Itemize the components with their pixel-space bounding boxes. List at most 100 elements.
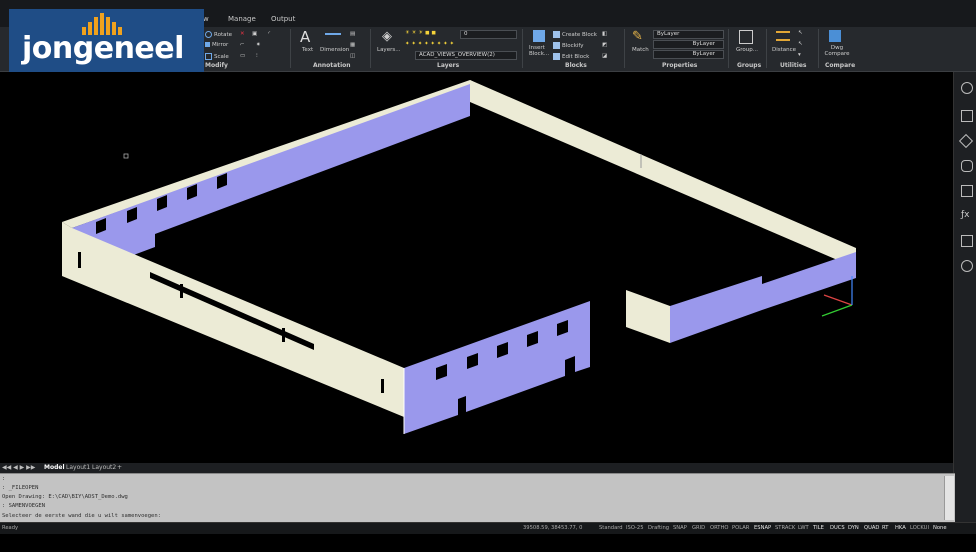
right-toolbar: ƒx xyxy=(953,72,976,522)
erase-icon[interactable]: ✕ xyxy=(240,31,245,37)
layers-button[interactable]: Layers... xyxy=(377,47,400,53)
linetype-dropdown[interactable]: ByLayer xyxy=(653,40,724,49)
distance-button[interactable]: Distance xyxy=(772,47,796,53)
select-icon[interactable]: ↖ xyxy=(798,30,803,36)
workspace[interactable]: Drafting xyxy=(648,525,669,531)
compare-panel-title: Compare xyxy=(825,62,856,69)
markup-icon[interactable]: ◫ xyxy=(350,53,355,59)
tab-layout1[interactable]: Layout1 xyxy=(66,464,90,471)
measure-icon[interactable]: ▾ xyxy=(798,52,801,58)
create-block-button[interactable]: Create Block xyxy=(553,31,597,38)
block-attribute-icon[interactable]: ◧ xyxy=(602,31,607,37)
quad-toggle[interactable]: QUAD xyxy=(864,525,879,531)
annotation-panel-title: Annotation xyxy=(313,62,351,69)
distance-icon[interactable] xyxy=(776,31,790,41)
snap-toggle[interactable]: SNAP xyxy=(673,525,687,531)
left-wall-face xyxy=(62,222,404,417)
explode-icon[interactable]: ✷ xyxy=(256,42,261,48)
panel-separator xyxy=(818,29,819,68)
grid-toggle[interactable]: GRID xyxy=(692,525,705,531)
mirror-button[interactable]: Mirror xyxy=(205,42,228,48)
dim-style[interactable]: ISO-25 xyxy=(626,525,644,531)
hka-toggle[interactable]: HKA xyxy=(895,525,906,531)
coordinate-readout: 39508.59, 38453.77, 0 xyxy=(523,525,583,531)
grid-view-icon[interactable] xyxy=(961,185,973,197)
rotate-button[interactable]: Rotate xyxy=(205,31,232,38)
stretch-icon[interactable]: ▭ xyxy=(240,53,245,59)
dwg-compare-button[interactable]: Dwg Compare xyxy=(824,45,850,57)
command-scrollbar[interactable] xyxy=(944,476,954,520)
utilities-panel-title: Utilities xyxy=(780,62,807,69)
rotate-icon xyxy=(205,31,212,38)
lightbulb-icon[interactable] xyxy=(961,82,973,94)
front-wall-face xyxy=(404,301,590,434)
leader-icon[interactable]: ▤ xyxy=(350,31,355,37)
array-icon[interactable]: ⁝ xyxy=(256,53,258,59)
menu-manage[interactable]: Manage xyxy=(228,15,256,23)
properties-panel-title: Properties xyxy=(662,62,698,69)
cloud-icon[interactable] xyxy=(961,260,973,272)
tile-toggle[interactable]: TILE xyxy=(813,525,824,531)
drawing-viewport[interactable] xyxy=(0,72,953,463)
strack-toggle[interactable]: STRACK xyxy=(775,525,795,531)
fillet-icon[interactable]: ◜ xyxy=(268,31,270,37)
insert-block-button[interactable]: Insert Block... xyxy=(529,45,551,57)
text-icon[interactable]: A xyxy=(300,30,316,45)
blocks-panel-title: Blocks xyxy=(565,62,587,69)
layer-tool-icons[interactable]: ✦ ✦ ✦ ✦ ✦ ✦ ✦ ✦ xyxy=(405,41,454,47)
polar-toggle[interactable]: POLAR xyxy=(732,525,749,531)
cube-icon[interactable] xyxy=(958,133,974,149)
match-properties-icon[interactable]: ✎ xyxy=(632,30,648,44)
function-icon[interactable]: ƒx xyxy=(961,210,971,220)
rt-toggle[interactable]: RT xyxy=(882,525,888,531)
text-button[interactable]: Text xyxy=(302,47,313,53)
esnap-toggle[interactable]: ESNAP xyxy=(754,525,771,531)
layer-state-icons[interactable]: ☀ ☀ ☀ ◼ ◼ xyxy=(405,30,436,36)
command-history-line: : SAMENVOEGEN xyxy=(2,503,46,509)
group-button[interactable]: Group... xyxy=(736,47,758,53)
lineweight-dropdown[interactable]: ByLayer xyxy=(653,50,724,59)
annotation-scale[interactable]: None xyxy=(933,525,947,531)
pick-icon[interactable]: ↖ xyxy=(798,41,803,47)
copy-icon[interactable]: ▣ xyxy=(252,31,257,37)
view-layer-dropdown[interactable]: ACAD_VIEWS_OVERVIEW(2) xyxy=(415,51,517,60)
current-layer-dropdown[interactable]: 0 xyxy=(460,30,517,39)
blockify-button[interactable]: Blockify xyxy=(553,42,584,49)
dimension-button[interactable]: Dimension xyxy=(320,47,349,53)
tab-model[interactable]: Model xyxy=(44,464,65,471)
ortho-toggle[interactable]: ORTHO xyxy=(710,525,728,531)
wall-model xyxy=(62,80,856,434)
left-wall-slot-post xyxy=(282,328,285,342)
properties-icon[interactable] xyxy=(961,110,973,122)
table-icon[interactable]: ▦ xyxy=(350,42,355,48)
group-icon[interactable] xyxy=(739,30,753,44)
text-style[interactable]: Standard xyxy=(599,525,623,531)
lwt-toggle[interactable]: LWT xyxy=(798,525,809,531)
dimension-icon[interactable] xyxy=(325,33,341,39)
tab-layout2[interactable]: Layout2 xyxy=(92,464,116,471)
command-prompt[interactable]: Selecteer de eerste wand die u wilt same… xyxy=(2,513,161,519)
attach-icon[interactable] xyxy=(961,160,973,172)
edit-block-button[interactable]: Edit Block xyxy=(553,53,589,60)
scale-button[interactable]: Scale xyxy=(205,53,229,60)
jongeneel-logo: jongeneel xyxy=(9,9,204,80)
insert-block-icon[interactable] xyxy=(533,30,545,42)
dyn-toggle[interactable]: DYN xyxy=(848,525,859,531)
match-button[interactable]: Match xyxy=(632,47,649,53)
left-wall-door xyxy=(78,252,81,268)
menu-output[interactable]: Output xyxy=(271,15,295,23)
command-line-panel[interactable]: : : _FILEOPEN Open Drawing: E:\CAD\BIY\A… xyxy=(0,473,955,523)
trim-icon[interactable]: ⌐ xyxy=(240,42,245,48)
layer-states-icon[interactable] xyxy=(961,235,973,247)
panel-separator xyxy=(522,29,523,68)
tab-nav-icons[interactable]: ◀◀ ◀ ▶ ▶▶ xyxy=(2,464,35,471)
layers-icon[interactable]: ◈ xyxy=(382,30,398,44)
block-manage-icon[interactable]: ◩ xyxy=(602,42,607,48)
block-palette-icon[interactable]: ◪ xyxy=(602,53,607,59)
lockui-toggle[interactable]: LOCKUI xyxy=(910,525,929,531)
tab-add-button[interactable]: + xyxy=(117,464,122,471)
ducs-toggle[interactable]: DUCS xyxy=(830,525,845,531)
color-dropdown[interactable]: ByLayer xyxy=(653,30,724,39)
dwg-compare-icon[interactable] xyxy=(829,30,841,42)
back-wall-face xyxy=(72,84,470,278)
